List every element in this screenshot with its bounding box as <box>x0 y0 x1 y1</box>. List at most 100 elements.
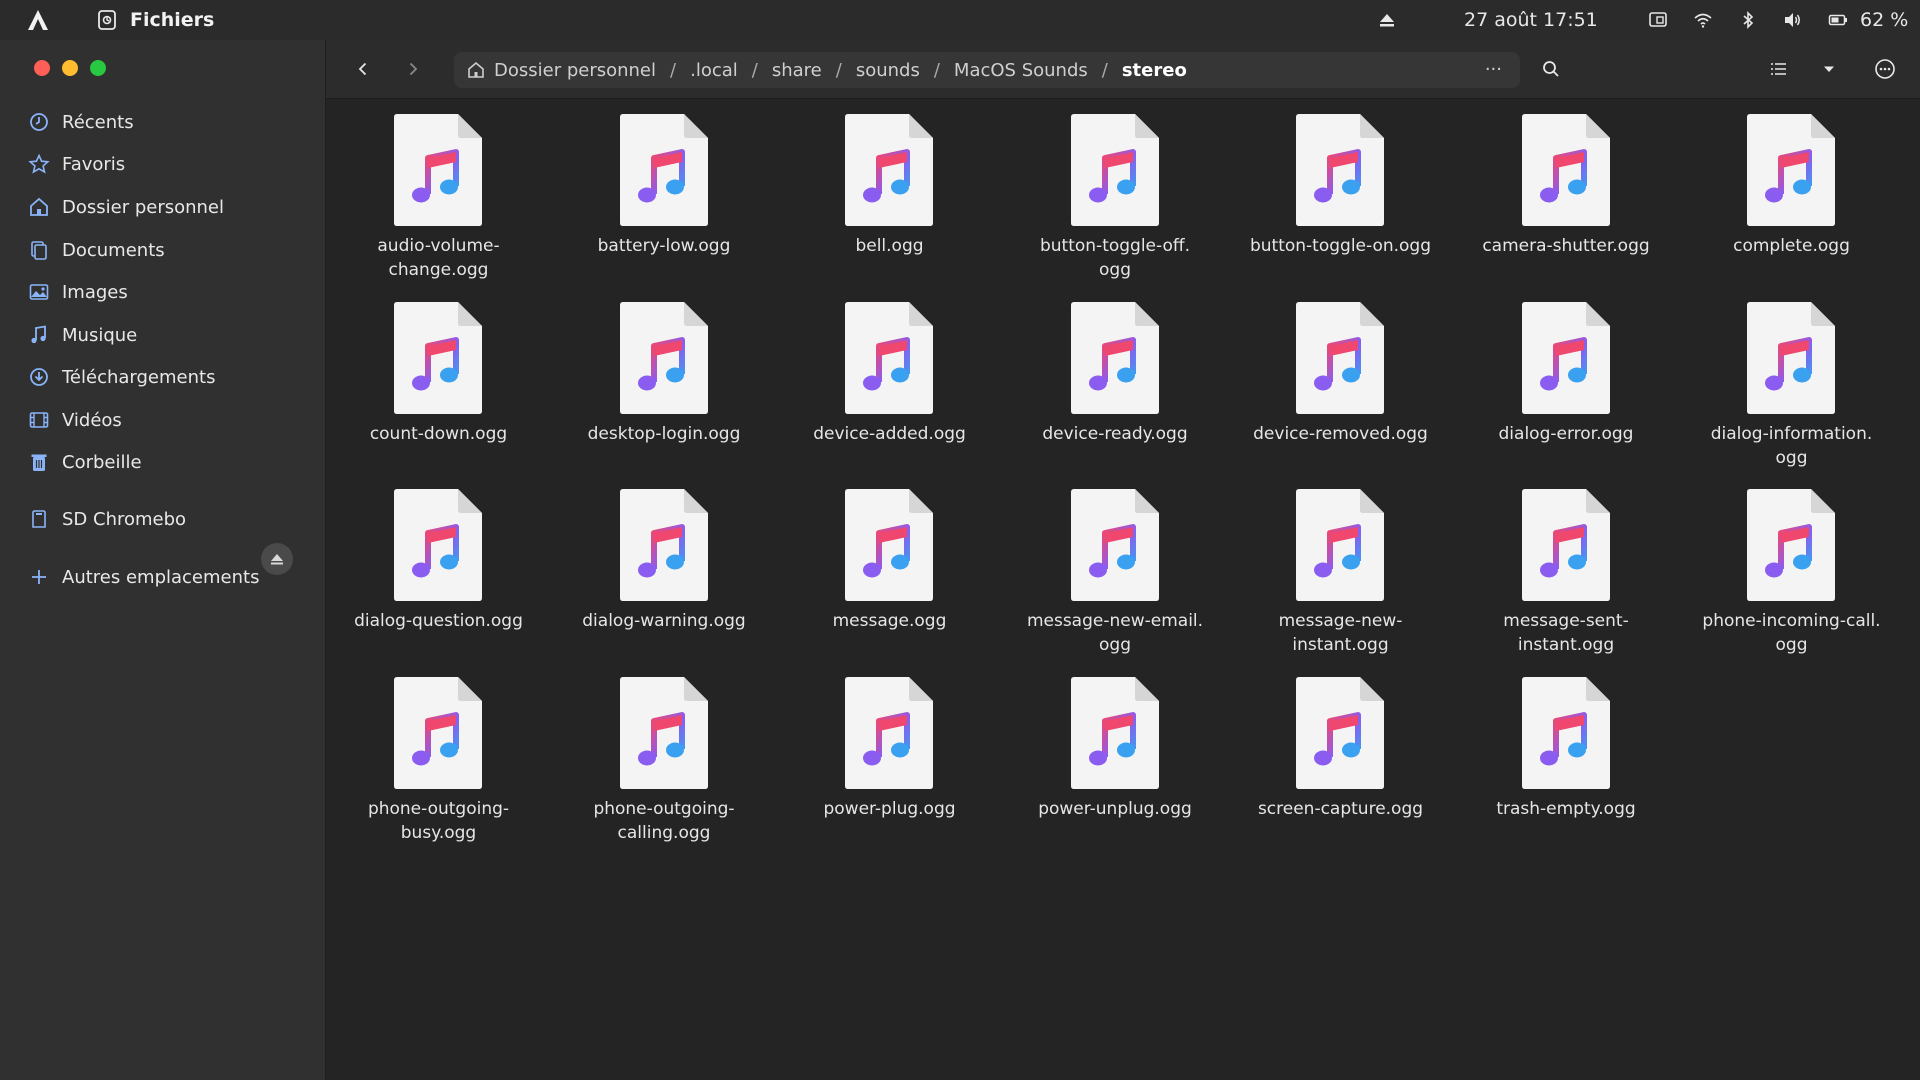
file-item[interactable]: power-plug.ogg <box>777 661 1002 843</box>
document-icon <box>31 241 47 260</box>
wifi-icon[interactable] <box>1693 10 1713 30</box>
file-name-line: instant.ogg <box>1292 635 1389 655</box>
trash-icon <box>31 454 47 471</box>
file-item[interactable]: count-down.ogg <box>326 286 551 468</box>
file-name-line: complete.ogg <box>1733 236 1850 256</box>
eject-sd-button[interactable] <box>261 543 293 575</box>
sidebar-item-label: Corbeille <box>62 451 142 473</box>
file-item[interactable]: dialog-question.ogg <box>326 473 551 655</box>
file-item[interactable]: complete.ogg <box>1679 98 1904 280</box>
file-item[interactable]: screen-capture.ogg <box>1228 661 1453 843</box>
back-button[interactable] <box>350 56 376 82</box>
maximize-window-button[interactable] <box>90 60 106 76</box>
file-item[interactable]: button-toggle-off. ogg <box>1003 98 1228 280</box>
view-options-dropdown[interactable] <box>1816 56 1842 82</box>
audio-file-icon <box>394 301 482 414</box>
file-grid: audio-volume-change.ogg battery-low.ogg be… <box>326 98 1920 1080</box>
sidebar-item-label: Documents <box>62 239 165 261</box>
search-button[interactable] <box>1538 56 1564 82</box>
file-item[interactable]: camera-shutter.ogg <box>1454 98 1679 280</box>
file-item[interactable]: phone-incoming-call. ogg <box>1679 473 1904 655</box>
file-name-line: battery-low.ogg <box>597 236 731 256</box>
file-item[interactable]: dialog-error.ogg <box>1454 286 1679 468</box>
files-app-icon <box>98 10 116 30</box>
sidebar-item-other-locations[interactable]: Autres emplacements <box>28 561 259 593</box>
activities-logo-icon[interactable] <box>26 8 50 32</box>
home-icon <box>468 61 484 78</box>
file-item[interactable]: desktop-login.ogg <box>552 286 777 468</box>
app-menu[interactable]: Fichiers <box>96 0 214 40</box>
file-item[interactable]: device-removed.ogg <box>1228 286 1453 468</box>
file-name-line: calling.ogg <box>617 822 711 843</box>
volume-icon[interactable] <box>1782 10 1802 30</box>
screen-icon[interactable] <box>1648 10 1668 30</box>
file-item[interactable]: message-new-instant.ogg <box>1228 473 1453 655</box>
file-name-line: dialog-warning.ogg <box>582 611 746 631</box>
audio-file-icon <box>1296 301 1384 414</box>
file-name: audio-volume-change.ogg <box>326 234 551 282</box>
file-name: dialog-question.ogg <box>326 609 551 633</box>
file-item[interactable]: dialog-information. ogg <box>1679 286 1904 468</box>
file-name-line: ogg <box>1099 635 1131 655</box>
file-name-line: camera-shutter.ogg <box>1482 236 1650 256</box>
file-item[interactable]: button-toggle-on.ogg <box>1228 98 1453 280</box>
file-item[interactable]: phone-outgoing-busy.ogg <box>326 661 551 843</box>
breadcrumb-sounds[interactable]: sounds <box>856 60 920 81</box>
file-item[interactable]: dialog-warning.ogg <box>552 473 777 655</box>
app-name: Fichiers <box>130 9 215 31</box>
file-item[interactable]: power-unplug.ogg <box>1003 661 1228 843</box>
breadcrumb-macos-sounds[interactable]: MacOS Sounds <box>954 60 1088 81</box>
sidebar-item-trash[interactable]: Corbeille <box>28 446 142 478</box>
audio-file-icon <box>1747 489 1835 601</box>
file-item[interactable]: device-ready.ogg <box>1003 286 1228 468</box>
file-name: screen-capture.ogg <box>1228 797 1453 821</box>
forward-button[interactable] <box>400 56 426 82</box>
file-item[interactable]: audio-volume-change.ogg <box>326 98 551 280</box>
audio-file-icon <box>619 301 708 414</box>
breadcrumb-home[interactable]: Dossier personnel <box>466 60 656 81</box>
eject-icon[interactable] <box>1378 11 1396 29</box>
path-menu-button[interactable]: ··· <box>1485 56 1502 84</box>
breadcrumb-separator: / <box>933 59 940 81</box>
sidebar-item-favorites[interactable]: Favoris <box>28 148 125 180</box>
breadcrumb-local[interactable]: .local <box>690 60 738 81</box>
close-window-button[interactable] <box>34 60 50 76</box>
sidebar-item-downloads[interactable]: Téléchargements <box>28 361 215 393</box>
battery-icon[interactable] <box>1828 10 1848 30</box>
sidebar-item-home[interactable]: Dossier personnel <box>28 191 224 223</box>
audio-file-icon <box>1521 676 1610 789</box>
audio-file-icon <box>394 489 482 601</box>
audio-file-icon <box>845 301 933 414</box>
sidebar-item-sd-card[interactable]: SD Chromebo <box>28 503 186 535</box>
minimize-window-button[interactable] <box>62 60 78 76</box>
file-item[interactable]: trash-empty.ogg <box>1454 661 1679 843</box>
file-item[interactable]: message-new-email. ogg <box>1003 473 1228 655</box>
sidebar-item-videos[interactable]: Vidéos <box>28 404 122 436</box>
file-item[interactable]: device-added.ogg <box>777 286 1002 468</box>
file-item[interactable]: message-sent-instant.ogg <box>1454 473 1679 655</box>
film-icon <box>29 412 49 428</box>
main-menu-button[interactable] <box>1872 56 1898 82</box>
sidebar-item-images[interactable]: Images <box>28 276 128 308</box>
bluetooth-icon[interactable] <box>1738 10 1758 30</box>
breadcrumb-current[interactable]: stereo <box>1122 60 1187 81</box>
clock[interactable]: 27 août 17:51 <box>1464 0 1598 40</box>
sidebar-item-recents[interactable]: Récents <box>28 106 134 138</box>
audio-file-icon <box>1070 301 1159 414</box>
file-item[interactable]: phone-outgoing-calling.ogg <box>552 661 777 843</box>
file-name-line: device-added.ogg <box>813 423 966 444</box>
breadcrumb-share[interactable]: share <box>772 60 822 81</box>
file-name: dialog-information. ogg <box>1679 422 1904 470</box>
file-name-line: trash-empty.ogg <box>1496 798 1636 819</box>
file-name: complete.ogg <box>1679 234 1904 258</box>
file-item[interactable]: message.ogg <box>777 473 1002 655</box>
audio-file-icon <box>1296 489 1384 601</box>
audio-file-icon <box>845 489 933 601</box>
sidebar-item-documents[interactable]: Documents <box>28 234 165 266</box>
list-view-button[interactable] <box>1766 56 1792 82</box>
file-name-line: bell.ogg <box>855 236 924 256</box>
file-item[interactable]: battery-low.ogg <box>552 98 777 280</box>
sidebar-item-music[interactable]: Musique <box>28 319 137 351</box>
file-item[interactable]: bell.ogg <box>777 98 1002 280</box>
file-name: message-new-email. ogg <box>1003 609 1228 657</box>
